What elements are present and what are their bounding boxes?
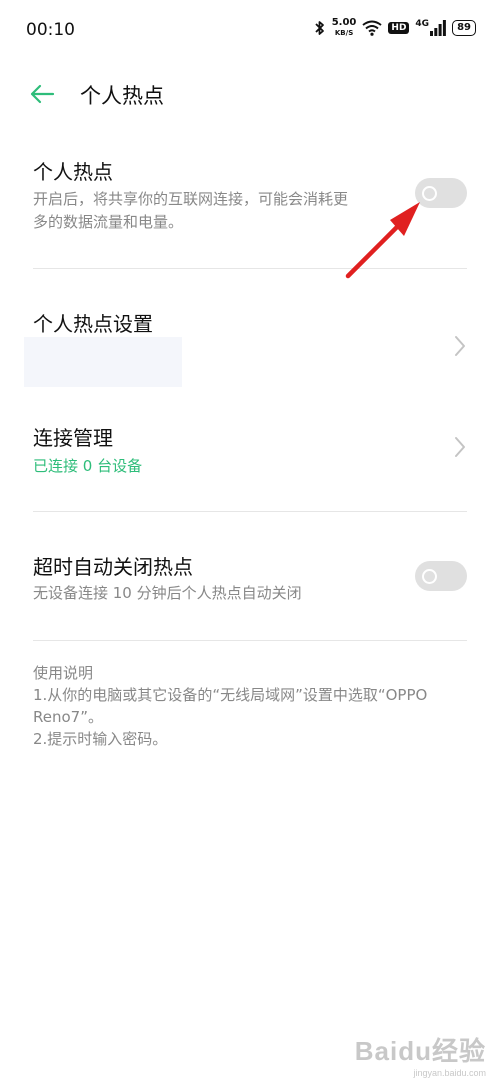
bluetooth-icon: [315, 21, 324, 35]
auto-off-toggle[interactable]: [415, 561, 467, 591]
annotation-arrow-icon: [345, 202, 420, 279]
watermark-main: Baidu经验: [354, 1036, 486, 1066]
connection-status: 已连接 0 台设备: [33, 457, 143, 475]
instructions-step2: 2.提示时输入密码。: [33, 730, 168, 748]
hotspot-title: 个人热点: [33, 160, 113, 184]
hd-badge: HD: [388, 22, 410, 34]
toggle-knob: [422, 569, 437, 584]
divider: [33, 640, 467, 641]
back-button[interactable]: [26, 80, 58, 108]
instructions-step1-line1: 1.从你的电脑或其它设备的“无线局域网”设置中选取“OPPO: [33, 686, 428, 704]
hotspot-description-line2: 多的数据流量和电量。: [33, 213, 184, 231]
header: 个人热点: [0, 70, 500, 120]
arrow-left-icon: [30, 84, 55, 104]
connection-management-title: 连接管理: [33, 426, 113, 450]
chevron-right-icon: [455, 336, 465, 356]
wifi-icon: [362, 20, 383, 36]
instructions: 使用说明 1.从你的电脑或其它设备的“无线局域网”设置中选取“OPPO Reno…: [33, 662, 473, 750]
baidu-watermark: Baidu经验 jingyan.baidu.com: [355, 1031, 486, 1078]
chevron-right-icon: [455, 437, 465, 457]
instructions-title: 使用说明: [33, 664, 94, 682]
signal-icon: [430, 20, 446, 36]
auto-off-title: 超时自动关闭热点: [33, 555, 193, 579]
divider: [33, 511, 467, 512]
signal-group: 4G: [415, 20, 446, 36]
redacted-area: [24, 337, 182, 387]
status-time: 00:10: [26, 20, 75, 40]
hotspot-settings-title: 个人热点设置: [33, 312, 153, 336]
network-speed: 5.00 KB/S: [332, 18, 357, 38]
network-type: 4G: [415, 19, 430, 29]
hotspot-description-line1: 开启后，将共享你的互联网连接，可能会消耗更: [33, 190, 349, 208]
network-speed-value: 5.00: [331, 17, 357, 28]
status-icons: 5.00 KB/S HD 4G 89: [314, 18, 476, 38]
battery-indicator: 89: [452, 20, 476, 36]
instructions-step1-line2: Reno7”。: [33, 708, 103, 726]
auto-off-description: 无设备连接 10 分钟后个人热点自动关闭: [33, 584, 302, 602]
status-bar: 00:10 5.00 KB/S HD 4G 89: [0, 0, 500, 62]
page-title: 个人热点: [80, 84, 164, 108]
watermark-sub: jingyan.baidu.com: [413, 1068, 486, 1078]
network-speed-unit: KB/S: [334, 29, 354, 37]
